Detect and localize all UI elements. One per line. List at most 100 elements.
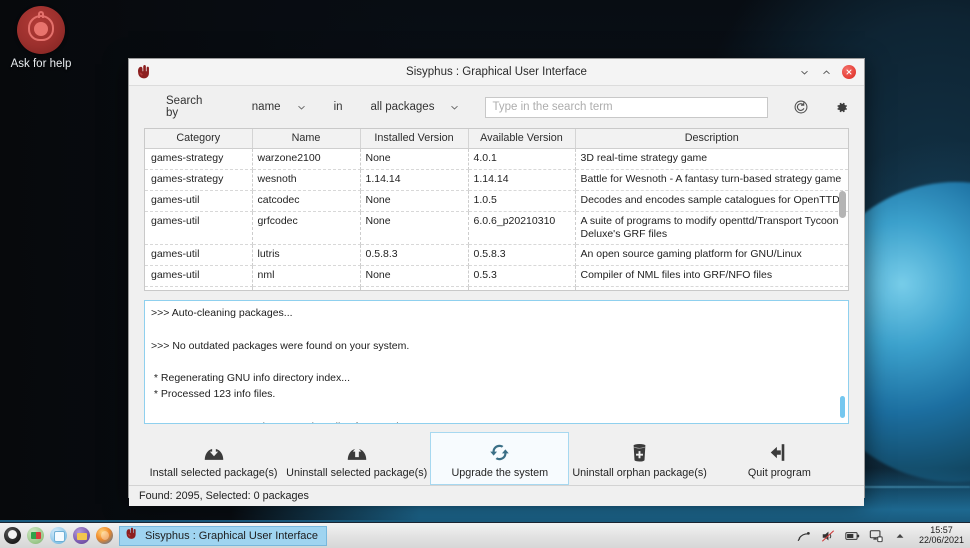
file-manager-icon[interactable] <box>73 527 90 544</box>
search-by-label: Search by <box>166 95 203 119</box>
cell-available: 1.0.5 <box>468 190 576 212</box>
cell-installed: None <box>360 148 469 170</box>
console-log-panel[interactable]: >>> Auto-cleaning packages... >>> No out… <box>144 300 849 424</box>
table-row[interactable]: games-util nml None 0.5.3 Compiler of NM… <box>145 265 848 287</box>
minimize-chevron-down-icon[interactable] <box>798 66 811 79</box>
install-down-arrow-icon <box>202 439 226 463</box>
cell-category: games-util <box>145 190 253 212</box>
window-controls <box>798 65 864 79</box>
trash-bin-icon <box>630 439 649 463</box>
quit-program-button[interactable]: Quit program <box>710 432 849 485</box>
desktop-icon-ask-for-help[interactable]: Ask for help <box>8 6 74 70</box>
app-menu-icon[interactable] <box>4 527 21 544</box>
package-table[interactable]: Category Name Installed Version Availabl… <box>144 128 849 291</box>
column-header-installed-version[interactable]: Installed Version <box>360 129 469 149</box>
volume-muted-icon[interactable] <box>821 528 836 543</box>
close-icon[interactable] <box>842 65 856 79</box>
cell-available: 4.0.1 <box>468 148 576 170</box>
show-hidden-chevron-icon[interactable] <box>893 528 908 543</box>
cell-installed: None <box>360 190 469 212</box>
cell-description: An open source gaming platform for GNU/L… <box>575 244 848 266</box>
search-field-value: name <box>251 101 281 113</box>
sisyphus-window: Sisyphus : Graphical User Interface Sear… <box>128 58 865 506</box>
taskbar-clock[interactable]: 15:57 22/06/2021 <box>917 525 964 545</box>
column-header-description[interactable]: Description <box>575 129 848 149</box>
battery-icon[interactable] <box>845 528 860 543</box>
table-scrollbar[interactable] <box>839 149 846 289</box>
cell-available: 0.40.0 <box>468 286 576 290</box>
cell-category: gnome-base <box>145 286 253 290</box>
search-scope-dropdown[interactable]: all packages <box>371 101 460 113</box>
table-row[interactable]: games-strategy wesnoth 1.14.14 1.14.14 B… <box>145 169 848 191</box>
column-header-available-version[interactable]: Available Version <box>468 129 576 149</box>
search-scope-value: all packages <box>370 101 435 113</box>
sync-refresh-icon[interactable] <box>791 96 812 118</box>
table-header-row: Category Name Installed Version Availabl… <box>145 129 848 149</box>
status-bar: Found: 2095, Selected: 0 packages <box>129 485 864 506</box>
cell-category: games-util <box>145 265 253 287</box>
cell-installed: None <box>360 211 469 245</box>
web-browser-icon[interactable] <box>96 527 113 544</box>
cell-name: grfcodec <box>252 211 361 245</box>
cell-category: games-util <box>145 211 253 245</box>
display-icon[interactable] <box>869 528 884 543</box>
cell-name: wesnoth <box>252 169 361 191</box>
table-row[interactable]: gnome-base dconf 0.40.0 0.40.0 Simple lo… <box>145 286 848 290</box>
taskbar: Sisyphus : Graphical User Interface 15:5… <box>0 522 970 548</box>
table-row[interactable]: games-util lutris 0.5.8.3 0.5.8.3 An ope… <box>145 244 848 266</box>
table-row[interactable]: games-strategy warzone2100 None 4.0.1 3D… <box>145 148 848 170</box>
upgrade-system-label: Upgrade the system <box>451 467 549 479</box>
cell-name: nml <box>252 265 361 287</box>
terminal-icon[interactable] <box>27 527 44 544</box>
cell-description: Compiler of NML files into GRF/NFO files <box>575 265 848 287</box>
cell-description: Decodes and encodes sample catalogues fo… <box>575 190 848 212</box>
uninstall-orphan-button[interactable]: Uninstall orphan package(s) <box>569 432 709 485</box>
network-icon[interactable] <box>797 528 812 543</box>
console-log-text: >>> Auto-cleaning packages... >>> No out… <box>151 307 458 423</box>
table-scrollbar-thumb[interactable] <box>839 191 846 218</box>
cell-category: games-util <box>145 244 253 266</box>
uninstall-selected-button[interactable]: Uninstall selected package(s) <box>283 432 430 485</box>
cell-available: 0.5.8.3 <box>468 244 576 266</box>
table-row[interactable]: games-util catcodec None 1.0.5 Decodes a… <box>145 190 848 212</box>
action-bar: Install selected package(s) Uninstall se… <box>144 432 849 485</box>
help-badge-icon <box>17 6 65 54</box>
taskbar-launchers <box>0 527 113 544</box>
install-selected-button[interactable]: Install selected package(s) <box>144 432 283 485</box>
cell-name: warzone2100 <box>252 148 361 170</box>
column-header-name[interactable]: Name <box>252 129 361 149</box>
cell-installed: 1.14.14 <box>360 169 469 191</box>
search-field-dropdown[interactable]: name <box>252 101 306 113</box>
search-toolbar: Search by name in all packages <box>129 86 864 128</box>
in-label: in <box>333 101 343 113</box>
exit-door-icon <box>769 439 790 463</box>
cell-name: lutris <box>252 244 361 266</box>
table-row[interactable]: games-util grfcodec None 6.0.6_p20210310… <box>145 211 848 245</box>
sisyphus-horns-logo-icon <box>124 526 139 546</box>
cell-available: 1.14.14 <box>468 169 576 191</box>
cell-available: 6.0.6_p20210310 <box>468 211 576 245</box>
console-scrollbar-thumb[interactable] <box>840 396 845 418</box>
column-header-category[interactable]: Category <box>145 129 253 149</box>
gear-icon[interactable] <box>831 96 852 118</box>
taskbar-window-button[interactable]: Sisyphus : Graphical User Interface <box>119 525 328 546</box>
uninstall-selected-label: Uninstall selected package(s) <box>286 467 428 479</box>
system-tray: 15:57 22/06/2021 <box>797 525 970 545</box>
cell-description: A suite of programs to modify openttd/Tr… <box>575 211 848 245</box>
cell-name: dconf <box>252 286 361 290</box>
cell-available: 0.5.3 <box>468 265 576 287</box>
maximize-chevron-up-icon[interactable] <box>820 66 833 79</box>
cell-description: Battle for Wesnoth - A fantasy turn-base… <box>575 169 848 191</box>
cell-description: 3D real-time strategy game <box>575 148 848 170</box>
chevron-down-icon <box>451 105 459 110</box>
search-input[interactable] <box>485 96 768 118</box>
desktop-icon-label: Ask for help <box>10 58 72 70</box>
blue-app-icon[interactable] <box>50 527 67 544</box>
upgrade-system-button[interactable]: Upgrade the system <box>430 432 570 485</box>
clock-date: 22/06/2021 <box>918 534 964 545</box>
quit-program-label: Quit program <box>747 467 811 479</box>
window-titlebar[interactable]: Sisyphus : Graphical User Interface <box>129 59 864 86</box>
cell-installed: 0.40.0 <box>360 286 469 290</box>
status-text: Found: 2095, Selected: 0 packages <box>139 490 309 502</box>
uninstall-orphan-label: Uninstall orphan package(s) <box>572 467 707 479</box>
